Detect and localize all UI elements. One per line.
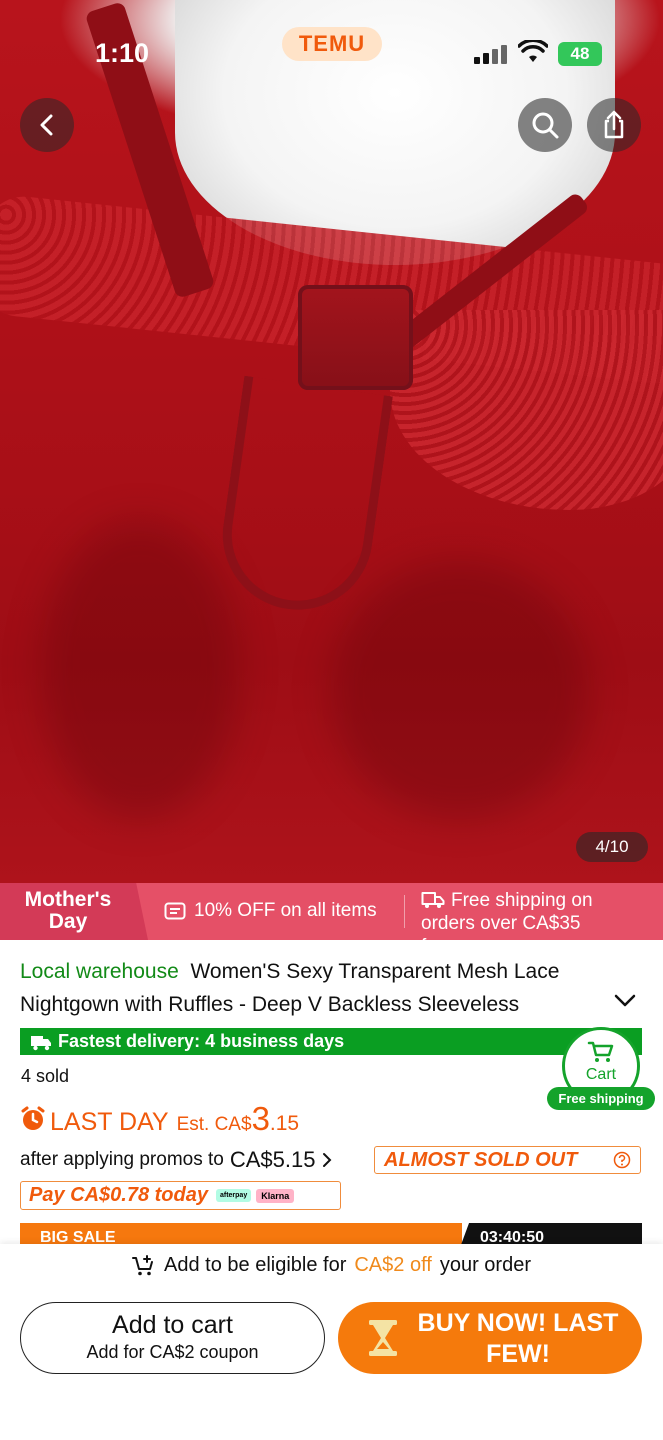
search-icon: [532, 112, 559, 139]
discount-offer-text: 10% OFF on all items: [194, 900, 377, 921]
shipping-offer: Free shipping on orders over CA$35 from.…: [421, 889, 633, 940]
wifi-icon: [518, 40, 548, 62]
last-day-label: LAST DAY: [50, 1108, 169, 1136]
lace-trim-right: [390, 310, 663, 510]
add-to-cart-button[interactable]: Add to cart Add for CA$2 coupon: [20, 1302, 325, 1374]
pay-today-text: Pay CA$0.78 today: [29, 1184, 208, 1206]
fabric-fold: [40, 520, 240, 820]
eligible-suffix: your order: [439, 1254, 531, 1276]
alarm-clock-icon: [21, 1106, 45, 1130]
divider: [404, 895, 405, 928]
original-price: CA$5.15: [229, 1147, 316, 1172]
est-price-label: Est. CA$: [176, 1114, 252, 1135]
cart-icon: [587, 1041, 614, 1062]
back-button[interactable]: [20, 98, 74, 152]
buy-now-label: BUY NOW! LAST FEW!: [417, 1309, 619, 1368]
status-time: 1:10: [95, 38, 150, 68]
cart-plus-icon: [132, 1254, 154, 1275]
search-button[interactable]: [518, 98, 572, 152]
big-sale-label: BIG SALE: [20, 1223, 462, 1245]
add-to-cart-sublabel: Add for CA$2 coupon: [86, 1342, 259, 1362]
price-row: LAST DAY Est. CA$ 3 .15: [20, 1100, 299, 1138]
delivery-truck-icon: [31, 1035, 51, 1050]
share-button[interactable]: [587, 98, 641, 152]
klarna-logo: Klarna: [256, 1188, 295, 1203]
temu-logo-pill[interactable]: TEMU: [282, 27, 382, 61]
cart-label: Cart: [585, 1066, 617, 1083]
after-promos-label: after applying promos to: [20, 1149, 224, 1170]
after-promos-line[interactable]: after applying promos to CA$5.15: [20, 1147, 333, 1173]
signal-icon: [474, 44, 508, 64]
add-to-cart-label: Add to cart: [112, 1311, 233, 1339]
chevron-left-icon: [40, 114, 53, 136]
eligible-message: Add to be eligible for CA$2 off your ord…: [0, 1254, 663, 1277]
local-warehouse-tag: Local warehouse: [20, 960, 179, 983]
eligible-amount: CA$2 off: [354, 1254, 432, 1276]
chevron-right-icon: [323, 1153, 332, 1167]
discount-offer: 10% OFF on all items: [164, 900, 377, 922]
free-shipping-badge: Free shipping: [547, 1087, 655, 1110]
fabric-fold: [330, 560, 590, 820]
coupon-icon: [164, 902, 186, 920]
almost-sold-out-badge[interactable]: ALMOST SOLD OUT: [374, 1146, 641, 1174]
price-whole: 3: [251, 1100, 270, 1137]
shipping-offer-text: Free shipping on orders over CA$35 from.…: [421, 890, 593, 940]
hourglass-icon: [369, 1320, 397, 1356]
fastest-delivery-banner: Fastest delivery: 4 business days: [20, 1028, 642, 1055]
countdown-timer: 03:40:50: [458, 1223, 642, 1245]
sold-count: 4 sold: [21, 1066, 70, 1086]
pay-today-badge[interactable]: Pay CA$0.78 today afterpay Klarna: [20, 1181, 341, 1210]
promo-banner[interactable]: Mother's Day 10% OFF on all items Free s…: [0, 883, 663, 940]
battery-indicator: 48: [558, 42, 602, 66]
strap-loop: [213, 375, 393, 620]
almost-sold-out-text: ALMOST SOLD OUT: [384, 1149, 578, 1171]
mothers-day-label: Mother's Day: [24, 888, 112, 933]
buy-now-button[interactable]: BUY NOW! LAST FEW!: [338, 1302, 642, 1374]
eligible-prefix: Add to be eligible for: [164, 1254, 347, 1276]
big-sale-banner[interactable]: BIG SALE 03:40:50: [20, 1223, 642, 1245]
price-cents: .15: [269, 1112, 300, 1135]
chevron-down-icon[interactable]: [614, 994, 636, 1008]
hook-clasp: [298, 285, 413, 390]
afterpay-logo: afterpay: [215, 1189, 252, 1202]
fastest-delivery-text: Fastest delivery: 4 business days: [58, 1031, 345, 1051]
product-title[interactable]: Local warehouse Women'S Sexy Transparent…: [20, 955, 610, 1021]
share-icon: [604, 110, 624, 139]
help-icon: [613, 1151, 631, 1169]
image-counter: 4/10: [576, 832, 648, 862]
